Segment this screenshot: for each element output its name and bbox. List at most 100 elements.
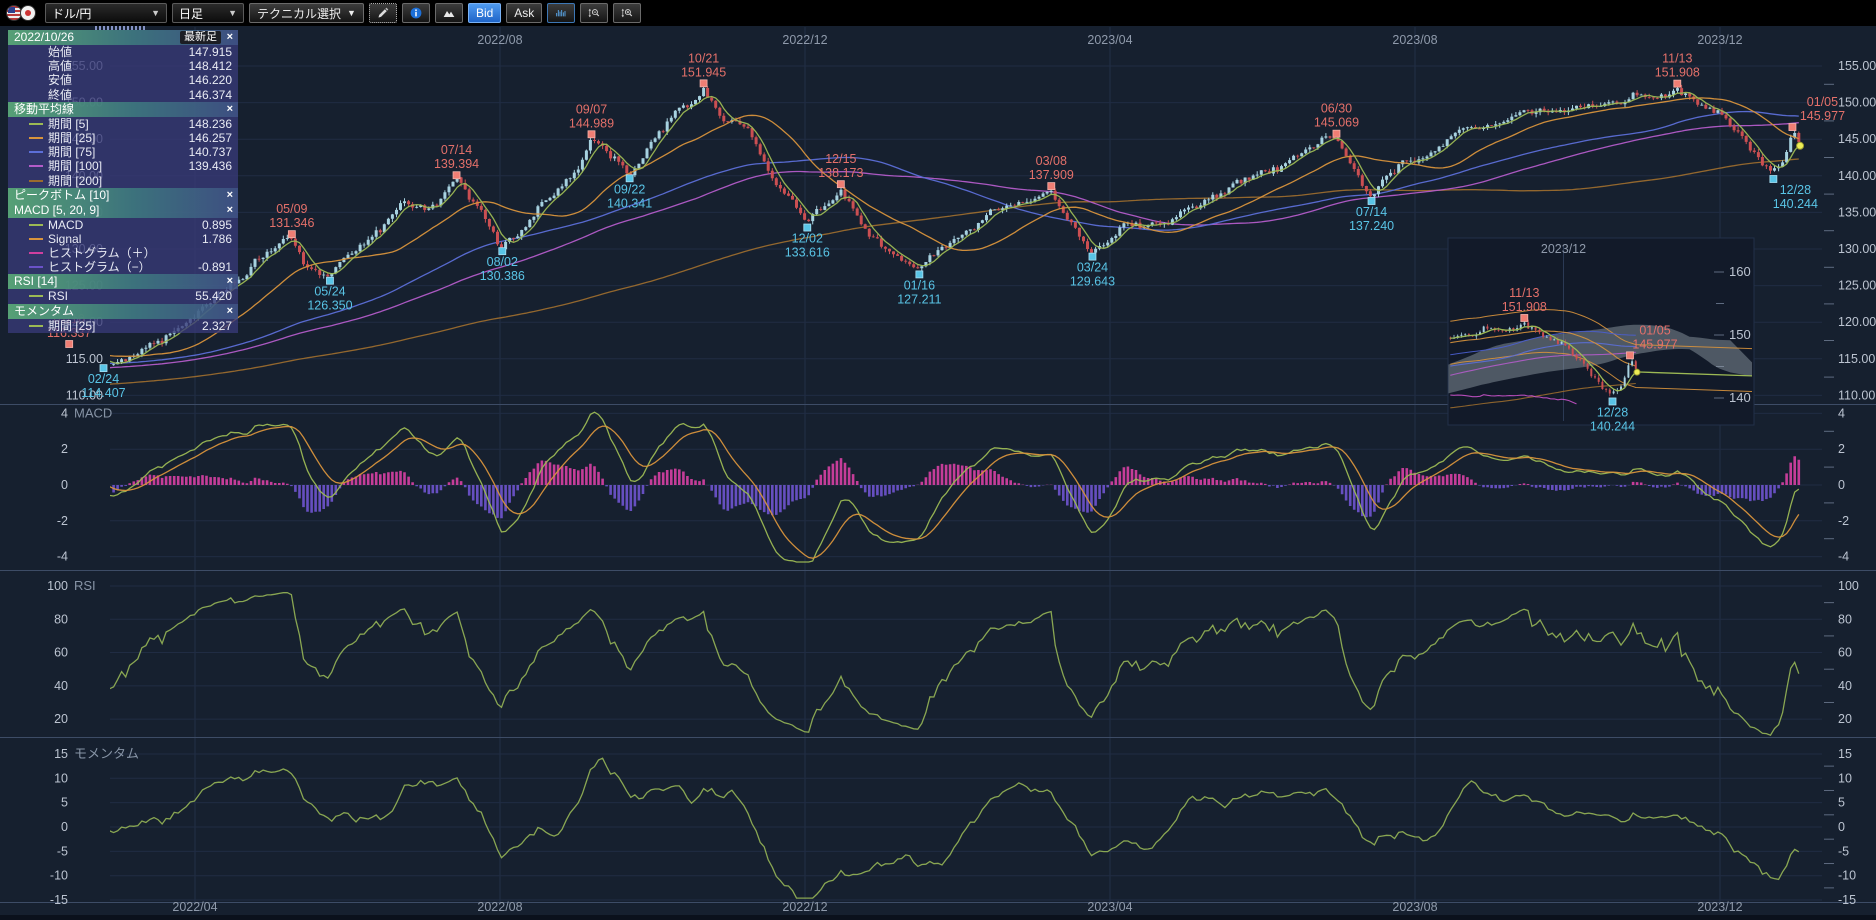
svg-text:2023/04: 2023/04 [1087,900,1132,914]
panel-label: Signal [48,232,81,246]
close-indicator-button[interactable]: × [227,274,233,289]
svg-text:2023/08: 2023/08 [1392,33,1437,47]
svg-text:100: 100 [47,579,68,593]
svg-text:2022/12: 2022/12 [782,33,827,47]
panel-label: 終値 [48,88,72,102]
svg-text:2023/12: 2023/12 [1697,33,1742,47]
svg-text:2022/08: 2022/08 [477,900,522,914]
svg-text:120.00: 120.00 [1838,315,1876,329]
technical-select-button[interactable]: テクニカル選択 ▼ [249,3,364,23]
svg-text:12/15: 12/15 [825,152,856,166]
svg-text:115.00: 115.00 [1838,352,1875,366]
svg-text:145.069: 145.069 [1314,116,1359,130]
panel-drag-handle[interactable] [95,26,147,30]
info-button[interactable] [402,3,430,23]
svg-text:10: 10 [1838,771,1852,785]
svg-text:20: 20 [1838,712,1852,726]
waveform-icon [555,6,567,20]
panel-value: 147.915 [189,45,232,59]
trading-app-window: { "toolbar": { "pair": "ドル/円", "timefram… [0,0,1876,915]
svg-text:10/21: 10/21 [688,51,719,65]
svg-text:80: 80 [54,612,68,626]
panel-label: ヒストグラム（＋） [48,246,156,260]
svg-text:114.407: 114.407 [81,386,125,400]
panel-indicator-row: Signal1.786 [8,232,238,246]
panel-value: 2.327 [202,319,232,333]
close-indicator-button[interactable]: × [227,188,233,203]
line-color-swatch [29,266,43,268]
svg-text:126.350: 126.350 [307,299,352,313]
panel-label: MACD [5, 20, 9] [14,203,99,217]
svg-text:20: 20 [54,712,68,726]
svg-text:131.346: 131.346 [269,216,314,230]
svg-text:130.00: 130.00 [1838,242,1876,256]
currency-pair-select[interactable]: ドル/円 ▼ [45,3,167,23]
svg-text:145.977: 145.977 [1800,109,1845,123]
svg-text:151.945: 151.945 [681,65,726,79]
svg-text:-4: -4 [57,550,68,564]
panel-indicator-row: RSI55.420 [8,289,238,303]
svg-text:03/08: 03/08 [1036,154,1067,168]
panel-section-header: 2022/10/26最新足× [8,30,238,45]
svg-text:137.909: 137.909 [1029,168,1074,182]
panel-indicator-row: 期間 [5]148.236 [8,117,238,131]
svg-text:11/13: 11/13 [1662,52,1692,66]
svg-text:15: 15 [1838,747,1852,761]
chevron-down-icon: ▼ [347,8,356,18]
panel-label: ヒストグラム（−） [48,260,151,274]
svg-text:4: 4 [61,406,68,420]
svg-text:2023/12: 2023/12 [1697,900,1742,914]
svg-text:2: 2 [61,442,68,456]
draw-tool-button[interactable] [369,3,397,23]
chart-style-button[interactable] [435,3,463,23]
svg-text:2023/04: 2023/04 [1087,33,1132,47]
panel-indicator-row: 高値148.412 [8,59,238,73]
panel-indicator-row: 期間 [75]140.737 [8,145,238,159]
svg-text:15: 15 [54,747,68,761]
svg-text:140: 140 [1729,390,1751,405]
close-indicator-button[interactable]: × [227,30,233,45]
svg-text:130.386: 130.386 [480,269,525,283]
panel-label: MACD [48,218,83,232]
close-indicator-button[interactable]: × [227,102,233,117]
currency-pair-flags-icon [6,4,40,22]
vertical-zoom-in-button[interactable] [613,3,641,23]
vertical-zoom-out-button[interactable] [580,3,608,23]
svg-text:140.341: 140.341 [607,196,652,210]
svg-text:0: 0 [1838,478,1845,492]
line-color-swatch [29,180,43,182]
bid-button[interactable]: Bid [468,3,501,23]
line-color-swatch [29,151,43,153]
svg-text:03/24: 03/24 [1077,261,1108,275]
svg-text:60: 60 [54,646,68,660]
panel-value: 146.257 [189,131,232,145]
panel-value: 148.412 [189,59,232,73]
svg-text:127.211: 127.211 [897,292,941,306]
timeframe-label: 日足 [179,5,203,22]
svg-text:151.908: 151.908 [1655,66,1700,80]
close-indicator-button[interactable]: × [227,203,233,218]
panel-label: ピークボトム [10] [14,188,109,202]
panel-label: 始値 [48,45,72,59]
svg-text:-10: -10 [1838,869,1856,883]
svg-text:139.394: 139.394 [434,157,479,171]
svg-text:150.00: 150.00 [1838,96,1876,110]
chevron-down-icon: ▼ [143,8,160,18]
svg-text:40: 40 [54,679,68,693]
panel-indicator-row: ヒストグラム（−）-0.891 [8,260,238,274]
svg-text:115.00: 115.00 [66,352,103,366]
ask-button[interactable]: Ask [506,3,542,23]
svg-text:09/22: 09/22 [614,182,645,196]
svg-text:-10: -10 [50,869,68,883]
inset-chart: 2023/1216015014011/13151.90801/05145.977… [1448,238,1754,433]
volume-display-button[interactable] [547,3,575,23]
svg-text:12/28: 12/28 [1780,183,1811,197]
close-indicator-button[interactable]: × [227,304,233,319]
panel-value: 139.436 [189,159,232,173]
svg-text:06/30: 06/30 [1321,102,1352,116]
svg-text:MACD: MACD [74,405,112,420]
svg-text:145.977: 145.977 [1632,337,1677,351]
timeframe-select[interactable]: 日足 ▼ [172,3,244,23]
panel-label: 安値 [48,73,72,87]
chart-canvas[interactable]: 155.00155.00150.00150.00145.00145.00140.… [0,0,1876,915]
